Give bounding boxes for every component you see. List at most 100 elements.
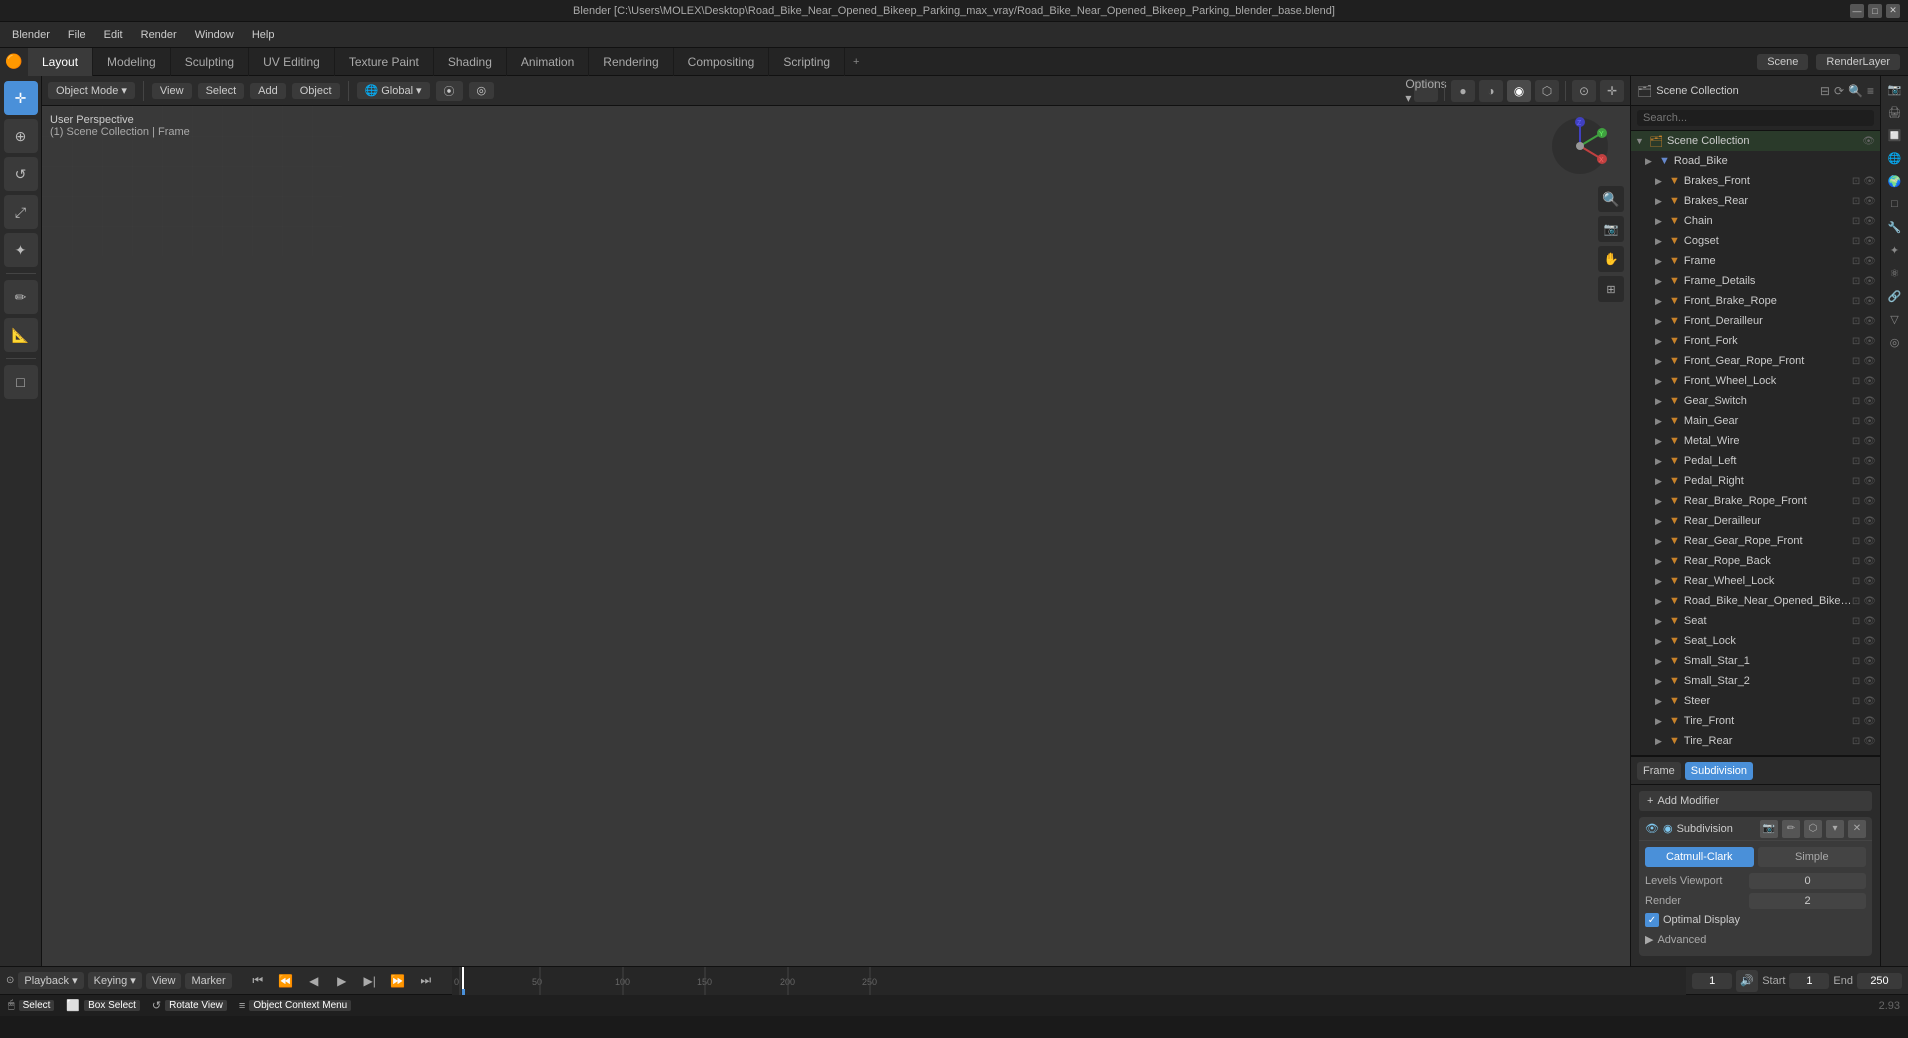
grab-button[interactable]: ✋	[1598, 246, 1624, 272]
visibility-action[interactable]: 👁	[1861, 136, 1876, 147]
modifier-eye-icon[interactable]: 👁	[1645, 822, 1659, 835]
restrict-select-icon[interactable]: ⊡	[1852, 556, 1860, 567]
restrict-select-icon[interactable]: ⊡	[1852, 196, 1860, 207]
outliner-item[interactable]: ▶ ▼ Small_Star_1 ⊡ 👁	[1631, 651, 1880, 671]
scale-tool-button[interactable]: ⤢	[4, 195, 38, 229]
outliner-item[interactable]: ▶ ▼ Rear_Derailleur ⊡ 👁	[1631, 511, 1880, 531]
restrict-select-icon[interactable]: ⊡	[1852, 376, 1860, 387]
visibility-icon[interactable]: 👁	[1863, 316, 1876, 327]
tab-modeling[interactable]: Modeling	[93, 48, 171, 76]
advanced-section[interactable]: ▶ Advanced	[1639, 929, 1872, 950]
levels-viewport-value[interactable]: 0	[1749, 873, 1866, 889]
menu-blender[interactable]: Blender	[4, 27, 58, 43]
outliner-item[interactable]: ▶ ▼ Rear_Brake_Rope_Front ⊡ 👁	[1631, 491, 1880, 511]
restrict-select-icon[interactable]: ⊡	[1852, 496, 1860, 507]
restrict-select-icon[interactable]: ⊡	[1852, 296, 1860, 307]
menu-edit[interactable]: Edit	[96, 27, 131, 43]
tab-rendering[interactable]: Rendering	[589, 48, 673, 76]
add-modifier-button[interactable]: + Add Modifier	[1639, 791, 1872, 811]
view-layer-props-btn[interactable]: 🔲	[1884, 124, 1906, 146]
annotate-tool-button[interactable]: ✏	[4, 280, 38, 314]
restrict-select-icon[interactable]: ⊡	[1852, 176, 1860, 187]
visibility-icon[interactable]: 👁	[1863, 276, 1876, 287]
outliner-item[interactable]: ▶ ▼ Rear_Gear_Rope_Front ⊡ 👁	[1631, 531, 1880, 551]
tab-layout[interactable]: Layout	[28, 48, 93, 76]
world-props-btn[interactable]: 🌍	[1884, 170, 1906, 192]
mod-close-btn[interactable]: ✕	[1848, 820, 1866, 838]
visibility-icon[interactable]: 👁	[1863, 376, 1876, 387]
outliner-item[interactable]: ▶ ▼ Front_Brake_Rope ⊡ 👁	[1631, 291, 1880, 311]
particles-props-btn[interactable]: ✦	[1884, 239, 1906, 261]
outliner-item[interactable]: ▶ ▼ Seat_Lock ⊡ 👁	[1631, 631, 1880, 651]
3d-viewport[interactable]: DURA ACE	[42, 106, 1630, 966]
optimal-display-checkbox[interactable]: ✓	[1645, 913, 1659, 927]
outliner-item[interactable]: ▶ ▼ Seat ⊡ 👁	[1631, 611, 1880, 631]
object-props-btn[interactable]: □	[1884, 193, 1906, 215]
filter-outliner-icon[interactable]: ≡	[1867, 84, 1874, 98]
restrict-select-icon[interactable]: ⊡	[1852, 656, 1860, 667]
restrict-select-icon[interactable]: ⊡	[1852, 536, 1860, 547]
measure-tool-button[interactable]: 📐	[4, 318, 38, 352]
visibility-icon[interactable]: 👁	[1863, 676, 1876, 687]
visibility-icon[interactable]: 👁	[1863, 476, 1876, 487]
outliner-item[interactable]: ▶ ▼ Front_Wheel_Lock ⊡ 👁	[1631, 371, 1880, 391]
sync-icon[interactable]: ⟳	[1834, 84, 1844, 98]
viewport-shading-rendered[interactable]: ◉	[1507, 80, 1531, 102]
restrict-select-icon[interactable]: ⊡	[1852, 516, 1860, 527]
restrict-select-icon[interactable]: ⊡	[1852, 276, 1860, 287]
restrict-select-icon[interactable]: ⊡	[1852, 616, 1860, 627]
outliner-item[interactable]: ▶ ▼ Tire_Rear ⊡ 👁	[1631, 731, 1880, 751]
visibility-icon[interactable]: 👁	[1863, 636, 1876, 647]
outliner-item[interactable]: ▶ ▼ Steer ⊡ 👁	[1631, 691, 1880, 711]
modifier-props-btn[interactable]: 🔧	[1884, 216, 1906, 238]
prop-tab-frame[interactable]: Frame	[1637, 762, 1681, 780]
constraints-props-btn[interactable]: 🔗	[1884, 285, 1906, 307]
visibility-icon[interactable]: 👁	[1863, 716, 1876, 727]
grid-view-button[interactable]: ⊞	[1598, 276, 1624, 302]
viewport-shading-solid[interactable]: ●	[1451, 80, 1475, 102]
visibility-icon[interactable]: 👁	[1863, 416, 1876, 427]
scene-selector[interactable]: Scene	[1757, 54, 1808, 70]
add-primitive-button[interactable]: □	[4, 365, 38, 399]
tab-compositing[interactable]: Compositing	[674, 48, 770, 76]
proportional-edit-btn[interactable]: ◎	[469, 82, 495, 99]
audio-sync-button[interactable]: 🔊	[1736, 970, 1758, 992]
prev-frame-button[interactable]: ◀	[302, 970, 326, 992]
global-dropdown[interactable]: 🌐 Global ▾	[357, 82, 430, 99]
restrict-select-icon[interactable]: ⊡	[1852, 676, 1860, 687]
visibility-icon[interactable]: 👁	[1863, 516, 1876, 527]
view-dropdown[interactable]: View	[146, 973, 182, 989]
maximize-button[interactable]: □	[1868, 4, 1882, 18]
outliner-item[interactable]: ▶ ▼ Brakes_Rear ⊡ 👁	[1631, 191, 1880, 211]
snap-btn[interactable]: ⦿	[436, 81, 463, 101]
restrict-select-icon[interactable]: ⊡	[1852, 596, 1860, 607]
outliner-item[interactable]: ▶ ▼ Front_Fork ⊡ 👁	[1631, 331, 1880, 351]
outliner-item[interactable]: ▶ ▼ Tire_Front ⊡ 👁	[1631, 711, 1880, 731]
mod-edit-btn[interactable]: ✏	[1782, 820, 1800, 838]
restrict-select-icon[interactable]: ⊡	[1852, 356, 1860, 367]
visibility-icon[interactable]: 👁	[1863, 576, 1876, 587]
render-props-btn[interactable]: 📷	[1884, 78, 1906, 100]
outliner-item[interactable]: ▶ ▼ Pedal_Left ⊡ 👁	[1631, 451, 1880, 471]
gizmo-button[interactable]: ✛	[1600, 80, 1624, 102]
viewport-shading-material[interactable]: ◑	[1479, 80, 1503, 102]
menu-render[interactable]: Render	[133, 27, 185, 43]
visibility-icon[interactable]: 👁	[1863, 436, 1876, 447]
tab-shading[interactable]: Shading	[434, 48, 507, 76]
visibility-icon[interactable]: 👁	[1863, 536, 1876, 547]
tab-animation[interactable]: Animation	[507, 48, 589, 76]
render-layer-selector[interactable]: RenderLayer	[1816, 54, 1900, 70]
physics-props-btn[interactable]: ⚛	[1884, 262, 1906, 284]
menu-help[interactable]: Help	[244, 27, 283, 43]
outliner-item[interactable]: ▶ ▼ Front_Gear_Rope_Front ⊡ 👁	[1631, 351, 1880, 371]
frame-indicator-button[interactable]: ⊙	[6, 975, 14, 986]
scene-props-btn[interactable]: 🌐	[1884, 147, 1906, 169]
outliner-item[interactable]: ▶ ▼ Pedal_Right ⊡ 👁	[1631, 471, 1880, 491]
visibility-icon[interactable]: 👁	[1863, 176, 1876, 187]
restrict-select-icon[interactable]: ⊡	[1852, 636, 1860, 647]
restrict-select-icon[interactable]: ⊡	[1852, 316, 1860, 327]
restrict-select-icon[interactable]: ⊡	[1852, 336, 1860, 347]
tab-uv-editing[interactable]: UV Editing	[249, 48, 335, 76]
object-mode-dropdown[interactable]: Object Mode ▾	[48, 82, 135, 99]
render-value[interactable]: 2	[1749, 893, 1866, 909]
